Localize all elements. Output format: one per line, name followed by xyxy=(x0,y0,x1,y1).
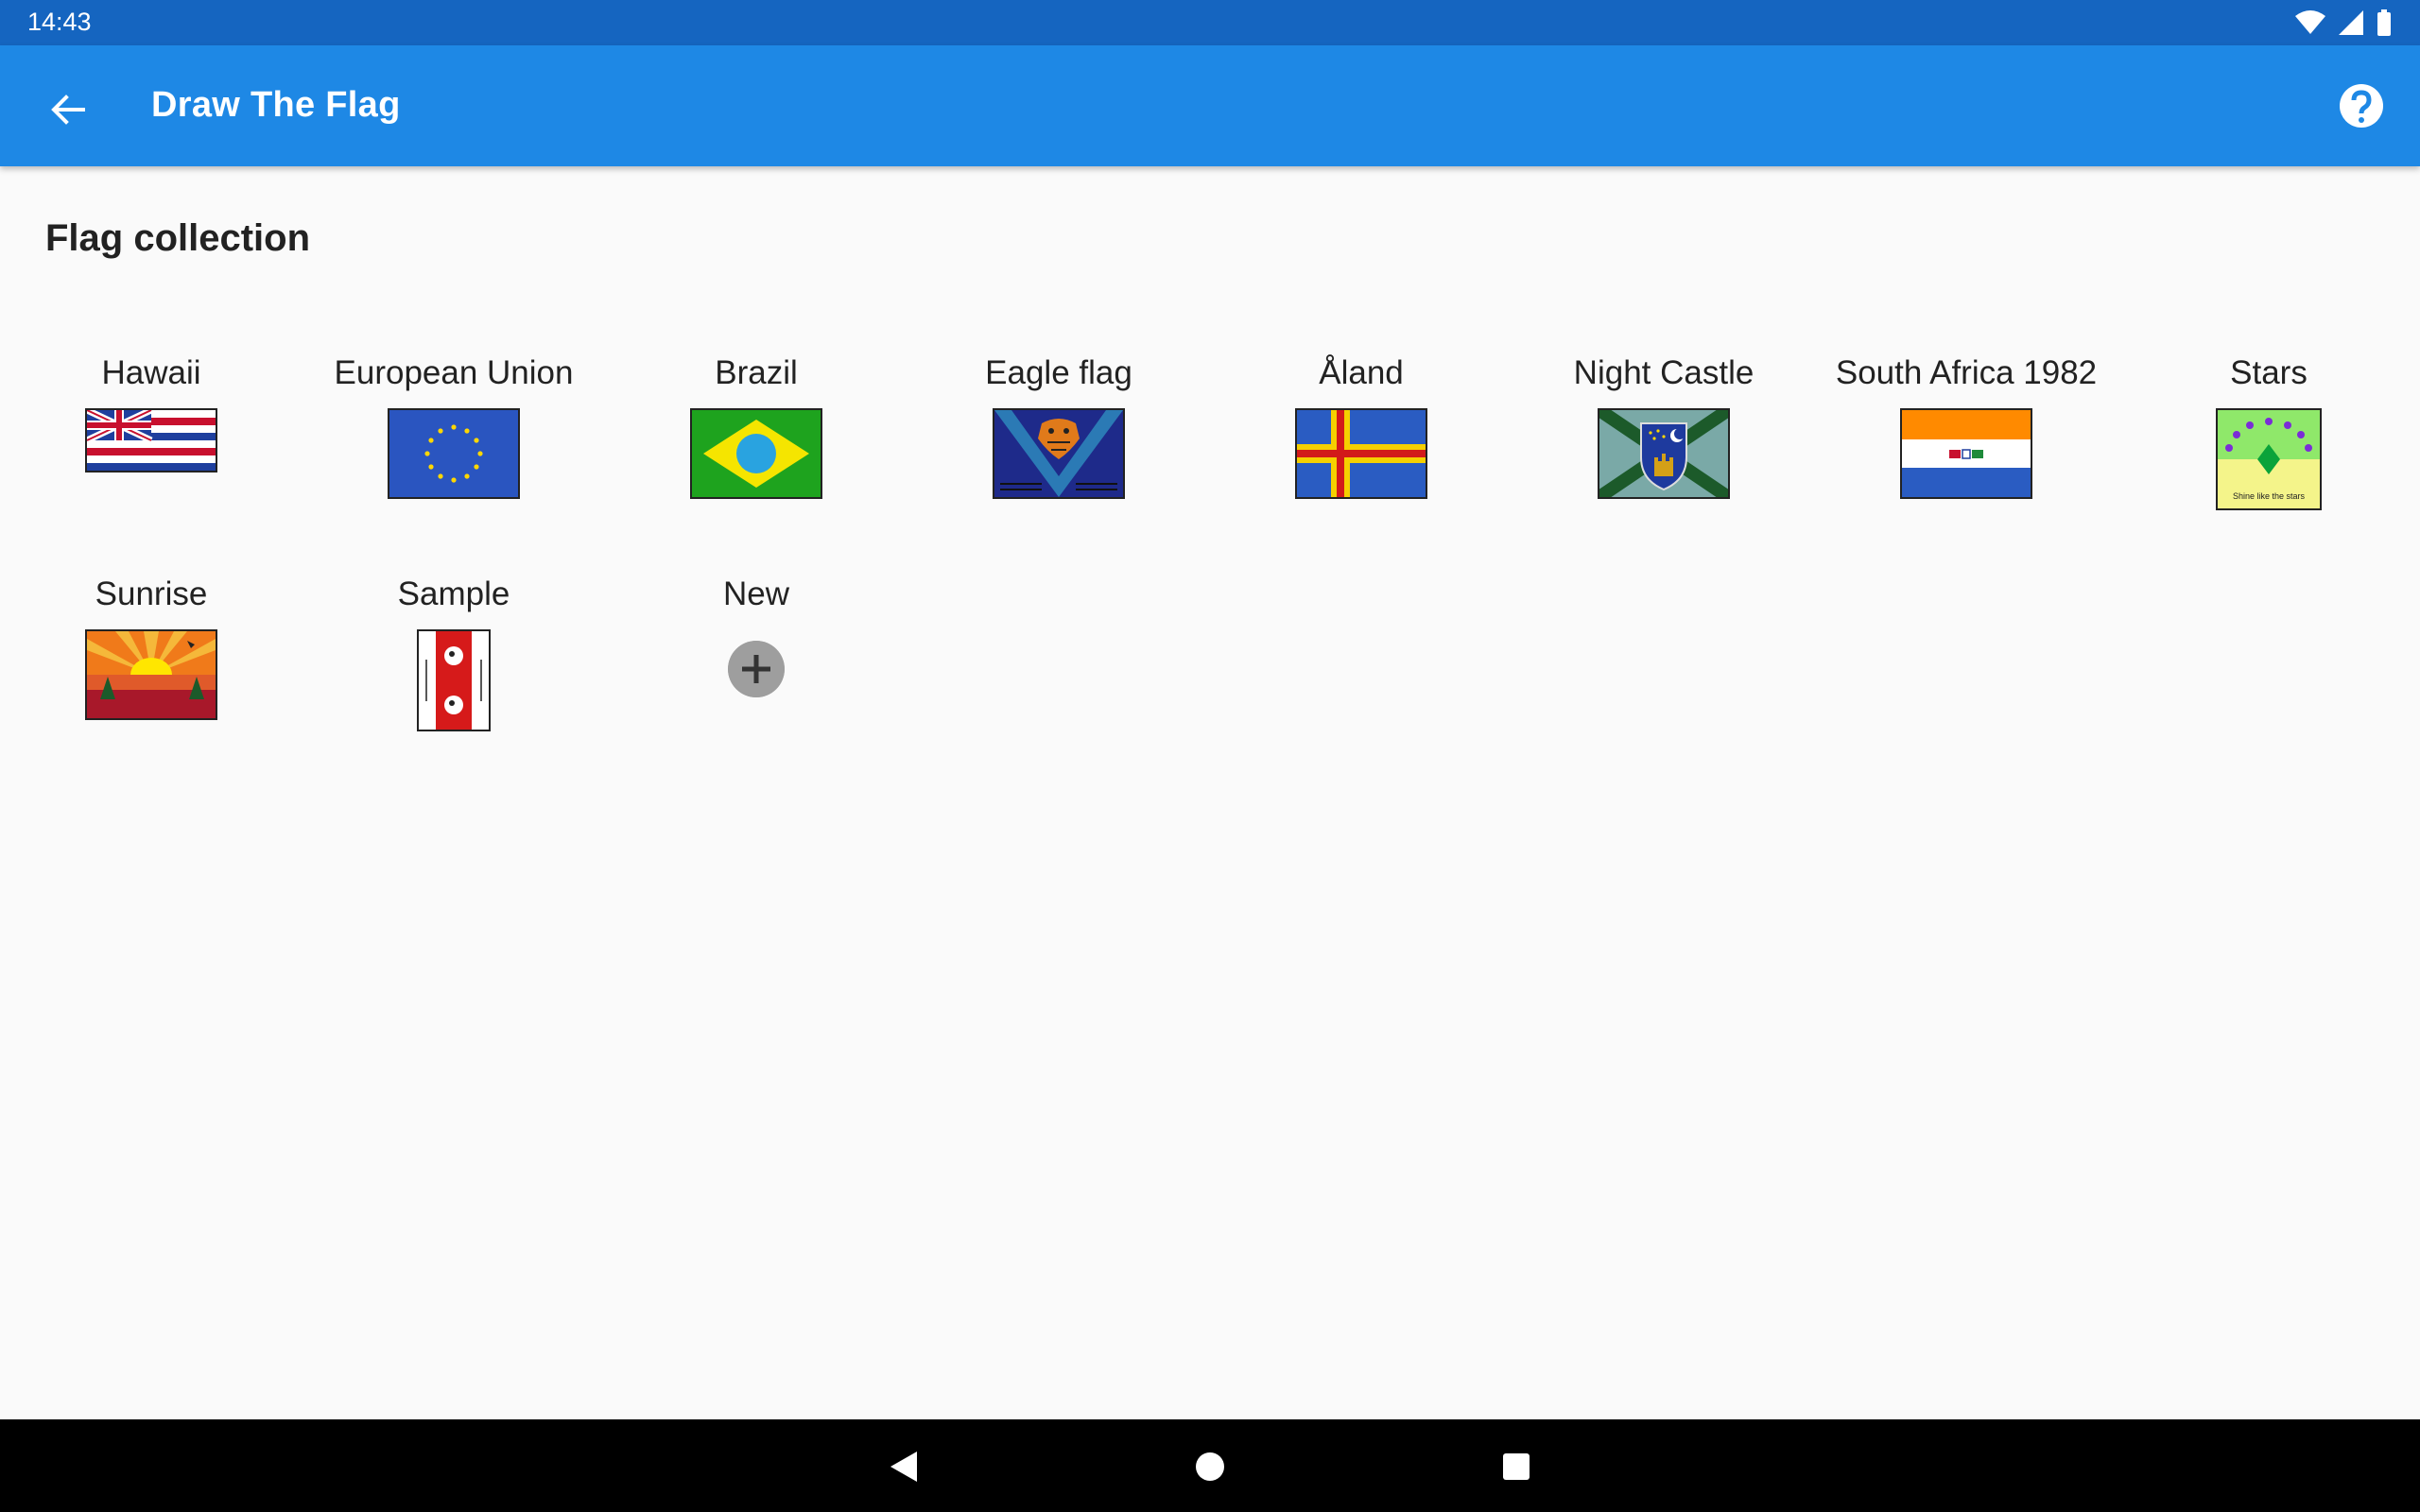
flag-label: Night Castle xyxy=(1573,354,1754,391)
app-title: Draw The Flag xyxy=(151,85,401,125)
flag-stars-thumbnail: Shine like the stars xyxy=(2216,408,2322,510)
new-flag-item[interactable]: New xyxy=(605,573,908,697)
battery-icon xyxy=(2377,9,2391,36)
flag-item-hawaii[interactable]: Hawaii xyxy=(0,352,302,472)
flag-item-sample[interactable]: Sample xyxy=(302,573,605,731)
back-triangle-icon[interactable] xyxy=(883,1446,925,1487)
status-time: 14:43 xyxy=(27,8,92,36)
flag-sample-thumbnail xyxy=(417,629,491,731)
wifi-icon xyxy=(2295,10,2325,34)
flag-eu-thumbnail xyxy=(388,408,520,499)
help-circle-icon[interactable] xyxy=(2337,81,2386,130)
recents-square-icon[interactable] xyxy=(1495,1446,1537,1487)
flag-night-castle-thumbnail xyxy=(1598,408,1730,499)
new-flag-label: New xyxy=(722,576,790,612)
flag-label: Sample xyxy=(397,576,510,612)
app-bar: Draw The Flag xyxy=(0,45,2420,166)
flag-item-eagle-flag[interactable]: Eagle flag xyxy=(908,352,1210,499)
flag-item-aland[interactable]: Åland xyxy=(1210,352,1512,499)
flag-item-night-castle[interactable]: Night Castle xyxy=(1512,352,1815,499)
flag-label: Hawaii xyxy=(101,354,201,391)
arrow-left-icon[interactable] xyxy=(42,83,95,136)
flag-item-stars[interactable]: Stars Shine like the stars xyxy=(2118,352,2420,510)
flag-sunrise-thumbnail xyxy=(85,629,217,720)
flag-label: Stars xyxy=(2230,354,2308,391)
flag-eagle-thumbnail xyxy=(993,408,1125,499)
stars-flag-motto: Shine like the stars xyxy=(2233,491,2306,501)
cell-signal-icon xyxy=(2339,10,2363,35)
flag-label: South Africa 1982 xyxy=(1835,354,2098,391)
system-nav-bar xyxy=(0,1419,2420,1512)
flag-item-south-africa-1982[interactable]: South Africa 1982 xyxy=(1815,352,2118,499)
flag-item-sunrise[interactable]: Sunrise xyxy=(0,573,302,720)
flag-label: Åland xyxy=(1319,354,1404,391)
flag-south-africa-1982-thumbnail xyxy=(1900,408,2032,499)
flag-label: European Union xyxy=(334,354,574,391)
status-bar: 14:43 xyxy=(0,0,2420,45)
flag-label: Sunrise xyxy=(95,576,208,612)
flag-brazil-thumbnail xyxy=(690,408,822,499)
home-circle-icon[interactable] xyxy=(1189,1446,1231,1487)
flag-item-european-union[interactable]: European Union xyxy=(302,352,605,499)
flag-aland-thumbnail xyxy=(1295,408,1427,499)
plus-icon[interactable] xyxy=(728,641,785,697)
flag-hawaii-thumbnail xyxy=(85,408,217,472)
flag-label: Eagle flag xyxy=(985,354,1132,391)
flag-label: Brazil xyxy=(715,354,798,391)
flag-item-brazil[interactable]: Brazil xyxy=(605,352,908,499)
section-title: Flag collection xyxy=(45,217,311,259)
